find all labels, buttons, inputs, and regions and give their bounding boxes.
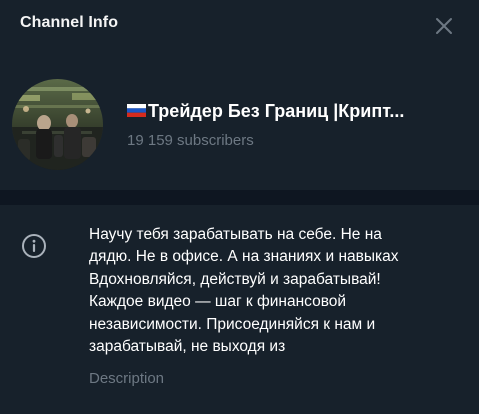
description-line: Вдохновляйся, действуй и зарабатывай! [89,270,381,288]
description-line: дядю. Не в офисе. А на знаниях и навыках [89,248,399,266]
close-icon [436,18,452,34]
panel-title: Channel Info [20,14,119,31]
info-icon [21,233,47,259]
channel-name-text: Трейдер Без Границ |Крипт... [148,101,405,121]
section-divider [0,190,479,205]
russian-flag-icon [127,104,146,117]
channel-profile: Трейдер Без Границ |Крипт... 19 159 subs… [0,70,479,190]
description-line: зарабатывай, не выходя из [89,338,286,356]
subscriber-count: 19 159 subscribers [127,132,254,149]
description-label: Description [89,370,165,387]
channel-name: Трейдер Без Границ |Крипт... [127,101,457,122]
description-line: независимости. Присоединяйся к нам и [89,315,376,333]
description-text: Научу тебя зарабатывать на себе. Не на д… [89,224,429,358]
panel-header: Channel Info [0,0,479,50]
close-button[interactable] [430,12,458,40]
channel-avatar[interactable] [12,79,103,170]
description-line: Каждое видео — шаг к финансовой [89,293,347,311]
description-line: Научу тебя зарабатывать на себе. Не на [89,226,382,243]
channel-info-panel: Channel Info Трейдер Без Границ |Крипт..… [0,0,479,414]
description-section: Научу тебя зарабатывать на себе. Не на д… [0,205,479,414]
